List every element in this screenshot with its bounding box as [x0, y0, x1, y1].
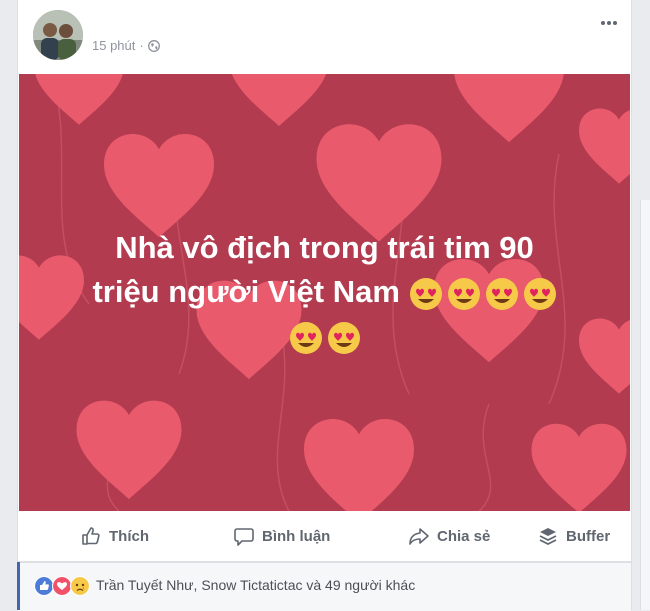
share-arrow-icon: [409, 528, 429, 545]
comment-icon: [234, 528, 254, 546]
comment-button-label: Bình luận: [262, 527, 331, 545]
heart-eyes-emoji-icon: [409, 277, 442, 310]
post-text-line2: triệu người Việt Nam: [92, 274, 400, 309]
globe-icon[interactable]: [147, 39, 160, 52]
post-text: Nhà vô địch trong trái tim 90 triệu ngườ…: [19, 226, 630, 358]
reaction-icons: [34, 576, 90, 596]
love-reaction-icon: [52, 576, 72, 596]
heart-eyes-emoji-icon: [327, 321, 360, 354]
heart-eyes-emoji-icon: [485, 277, 518, 310]
post-meta: 15 phút ·: [92, 38, 160, 53]
buffer-button-label: Buffer: [566, 527, 611, 545]
post-header: 15 phút ·: [18, 0, 631, 74]
more-options-icon[interactable]: [601, 12, 621, 25]
share-button-label: Chia sẻ: [437, 527, 491, 545]
comment-button[interactable]: Bình luận: [233, 524, 330, 548]
post-text-line1: Nhà vô địch trong trái tim 90: [115, 230, 534, 265]
post-card: 15 phút · Nhà vô địch trong trái tim 90 …: [17, 0, 632, 611]
adjacent-panel-edge: [640, 200, 650, 610]
heart-eyes-emoji-icon: [289, 321, 322, 354]
post-timestamp[interactable]: 15 phút: [92, 38, 135, 53]
heart-eyes-emoji-icon: [523, 277, 556, 310]
sad-reaction-icon: [70, 576, 90, 596]
avatar[interactable]: [33, 10, 83, 60]
reactions-summary[interactable]: Trần Tuyết Như, Snow Tictatictac và 49 n…: [18, 562, 631, 611]
reactions-names[interactable]: Trần Tuyết Như, Snow Tictatictac và 49 n…: [96, 577, 415, 593]
selection-indicator: [17, 562, 20, 610]
like-reaction-icon: [34, 576, 54, 596]
buffer-button[interactable]: Buffer: [537, 524, 610, 548]
like-button[interactable]: Thích: [80, 524, 149, 548]
heart-eyes-emoji-icon: [447, 277, 480, 310]
post-background-image: Nhà vô địch trong trái tim 90 triệu ngườ…: [19, 74, 630, 511]
buffer-stack-icon: [539, 528, 557, 546]
share-button[interactable]: Chia sẻ: [408, 524, 490, 548]
thumbs-up-icon: [82, 527, 100, 545]
post-actions-bar: Thích Bình luận Chia sẻ Buffer: [18, 512, 631, 562]
like-button-label: Thích: [109, 527, 149, 545]
